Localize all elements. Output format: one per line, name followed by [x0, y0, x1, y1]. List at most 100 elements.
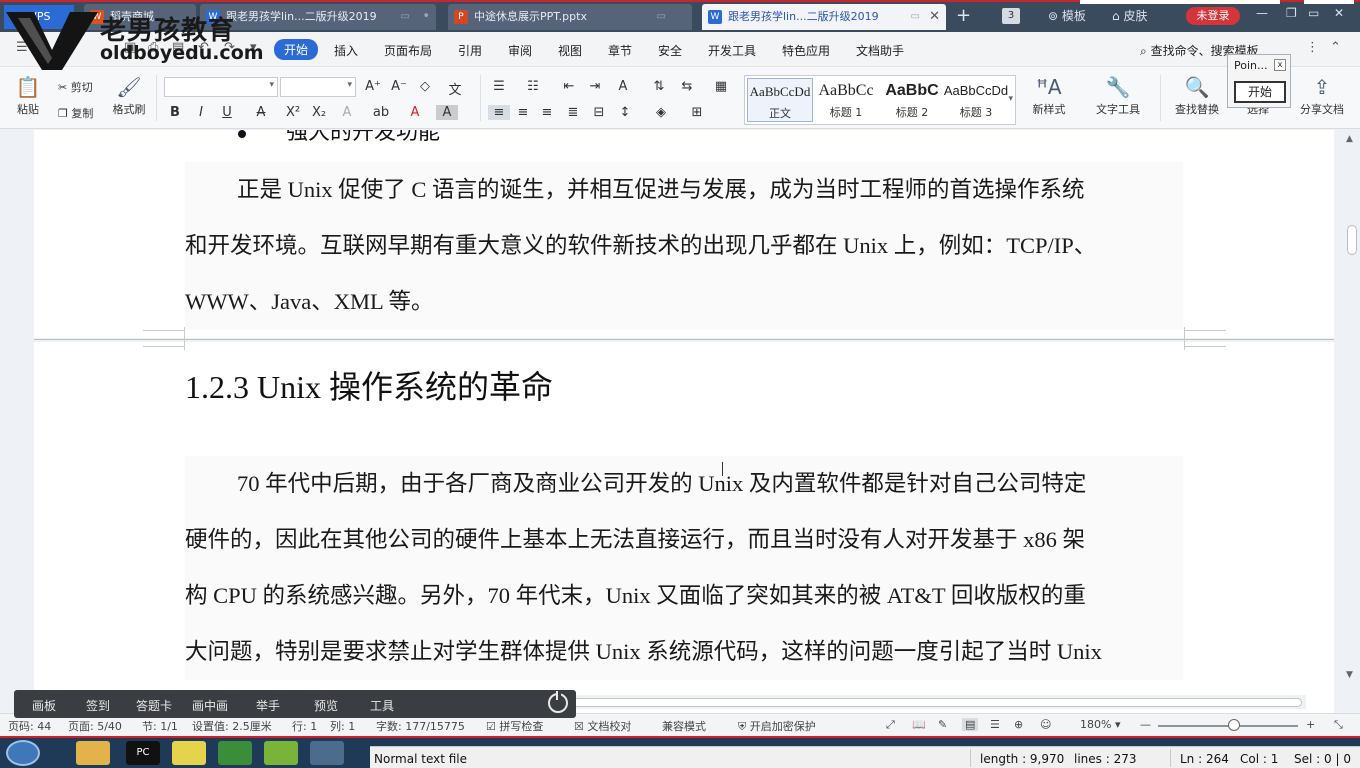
align-right-icon[interactable]: ≡ — [536, 105, 558, 120]
char-shading-icon[interactable]: A — [436, 105, 458, 120]
remote-desktop-icon[interactable] — [310, 741, 344, 765]
justify-icon[interactable]: ≣ — [562, 105, 584, 120]
windows-start-icon[interactable] — [6, 740, 40, 766]
minimize-icon[interactable]: — — [1256, 6, 1268, 20]
menu-view[interactable]: 视图 — [558, 42, 582, 59]
fit-icon[interactable]: ⤡ — [1334, 718, 1343, 732]
numbering-icon[interactable]: ☷ — [522, 79, 544, 94]
bold-icon[interactable]: B — [164, 105, 186, 120]
menu-review[interactable]: 审阅 — [508, 42, 532, 59]
zoom-level-select[interactable]: 180% ▾ — [1080, 718, 1120, 731]
phonetic-icon[interactable]: 文 — [444, 79, 466, 98]
menu-special-apps[interactable]: 特色应用 — [782, 42, 830, 59]
toolbar-draw[interactable]: 画板 — [32, 697, 56, 714]
start-button[interactable]: 开始 — [1234, 81, 1286, 103]
more-icon[interactable]: ⋮ — [1306, 40, 1319, 55]
style-heading-2[interactable]: AaBbC 标题 2 — [879, 78, 945, 122]
outline-view-icon[interactable]: ☰ — [990, 718, 1000, 731]
paste-button[interactable]: 📋 粘贴 — [10, 75, 46, 117]
borders-icon[interactable]: ⊞ — [686, 105, 708, 120]
style-heading-3[interactable]: AaBbCcDd 标题 3 — [943, 78, 1009, 122]
italic-icon[interactable]: I — [190, 105, 212, 120]
toolbar-answer-card[interactable]: 答题卡 — [136, 697, 172, 714]
menu-start[interactable]: 开始 — [274, 39, 319, 60]
doc-check-button[interactable]: ☒ 文档校对 — [574, 718, 631, 734]
scroll-up-icon[interactable]: ▲ — [1346, 134, 1353, 144]
chrome-icon[interactable] — [218, 741, 252, 765]
menu-developer[interactable]: 开发工具 — [708, 42, 756, 59]
zoom-in-icon[interactable]: + — [1306, 718, 1315, 731]
scroll-thumb[interactable] — [464, 698, 1302, 707]
chinese-layout-icon[interactable]: A — [612, 79, 634, 94]
zoom-out-icon[interactable]: — — [1140, 718, 1151, 731]
font-color-icon[interactable]: A — [404, 105, 426, 120]
section-heading[interactable]: 1.2.3 Unix 操作系统的革命 — [185, 362, 553, 408]
eye-protect-icon[interactable]: ☺ — [1040, 718, 1051, 731]
menu-page-layout[interactable]: 页面布局 — [384, 42, 432, 59]
new-style-button[interactable]: ꟸA 新样式 — [1026, 75, 1072, 117]
menu-doc-assistant[interactable]: 文档助手 — [856, 42, 904, 59]
align-left-icon[interactable]: ≡ — [488, 105, 510, 120]
restore-icon[interactable]: ❐ — [1286, 6, 1297, 20]
maximize-icon[interactable]: ▭ — [1308, 6, 1319, 20]
vertical-scrollbar[interactable]: ▲ ▼ — [1344, 130, 1360, 690]
close-icon[interactable]: ✕ — [929, 4, 940, 30]
format-painter-button[interactable]: 🖌 格式刷 — [108, 75, 150, 117]
font-name-select[interactable] — [164, 77, 278, 97]
text-effect-icon[interactable]: A — [336, 105, 358, 120]
close-icon[interactable]: x — [1274, 59, 1286, 71]
highlight-icon[interactable]: ab — [370, 105, 392, 120]
app-icon[interactable] — [264, 741, 298, 765]
increase-indent-icon[interactable]: ⇥ — [584, 79, 606, 94]
menu-insert[interactable]: 插入 — [334, 42, 358, 59]
menu-references[interactable]: 引用 — [458, 42, 482, 59]
style-normal[interactable]: AaBbCcDd 正文 — [747, 78, 813, 122]
skin-button[interactable]: ⌂ 皮肤 — [1112, 8, 1147, 24]
decrease-indent-icon[interactable]: ⇤ — [558, 79, 580, 94]
power-icon[interactable] — [548, 691, 568, 713]
close-icon[interactable]: • — [422, 4, 430, 30]
template-button[interactable]: ⊚ 模板 — [1048, 8, 1086, 24]
explorer-icon[interactable] — [76, 741, 110, 765]
cut-button[interactable]: ✂ 剪切 — [58, 79, 93, 95]
line-spacing-icon[interactable]: ↕ — [614, 105, 636, 120]
show-marks-icon[interactable]: ⇆ — [676, 79, 698, 94]
distribute-icon[interactable]: ⊟ — [588, 105, 610, 120]
status-words[interactable]: 字数: 177/15775 — [376, 718, 465, 734]
style-heading-1[interactable]: AaBbCc 标题 1 — [813, 78, 879, 122]
scroll-thumb[interactable] — [1347, 225, 1357, 255]
new-tab-button[interactable]: + — [956, 4, 971, 28]
font-size-select[interactable] — [280, 77, 356, 97]
tab-document-active[interactable]: W 跟老男孩学lin...二版升级2019 ▭ ✕ — [702, 4, 946, 30]
toolbar-signin[interactable]: 签到 — [86, 697, 110, 714]
horizontal-scrollbar[interactable] — [464, 695, 1306, 709]
zoom-slider-knob[interactable] — [1227, 719, 1240, 731]
bullets-icon[interactable]: ☰ — [488, 79, 510, 94]
page-view-icon[interactable]: ▤ — [962, 718, 979, 731]
subscript-icon[interactable]: X₂ — [308, 105, 330, 120]
superscript-icon[interactable]: X² — [282, 105, 304, 120]
copy-button[interactable]: ❐ 复制 — [58, 105, 93, 121]
shading-icon[interactable]: ◈ — [650, 105, 672, 120]
find-replace-button[interactable]: 🔍 查找替换 — [1170, 75, 1224, 117]
align-center-icon[interactable]: ≡ — [512, 105, 534, 120]
sort-icon[interactable]: ⇅ — [648, 79, 670, 94]
web-view-icon[interactable]: ⊕ — [1014, 718, 1023, 731]
scroll-down-icon[interactable]: ▼ — [1346, 670, 1353, 680]
shrink-font-icon[interactable]: A⁻ — [388, 79, 410, 94]
sticky-notes-icon[interactable] — [172, 741, 206, 765]
tab-presentation[interactable]: P 中途休息展示PPT.pptx ▭ — [448, 4, 692, 30]
paragraph-2[interactable]: 70 年代中后期，由于各厂商及商业公司开发的 Unix 及内置软件都是针对自己公… — [185, 456, 1183, 680]
strikethrough-icon[interactable]: A — [250, 105, 272, 120]
text-tools-button[interactable]: 🔧 文字工具 — [1090, 75, 1146, 117]
login-button[interactable]: 未登录 — [1186, 7, 1240, 25]
spell-check-toggle[interactable]: ☑ 拼写检查 — [486, 718, 543, 734]
share-doc-button[interactable]: ⇪ 分享文档 — [1294, 75, 1350, 117]
toolbar-pip[interactable]: 画中画 — [192, 697, 228, 714]
menu-chapter[interactable]: 章节 — [608, 42, 632, 59]
pycharm-icon[interactable]: PC — [126, 741, 160, 765]
tab-count-badge[interactable]: 3 — [1002, 8, 1020, 24]
read-mode-icon[interactable]: 📖 — [912, 718, 926, 731]
fullscreen-icon[interactable]: ⤢ — [886, 718, 895, 732]
toolbar-raise-hand[interactable]: 举手 — [256, 697, 280, 714]
